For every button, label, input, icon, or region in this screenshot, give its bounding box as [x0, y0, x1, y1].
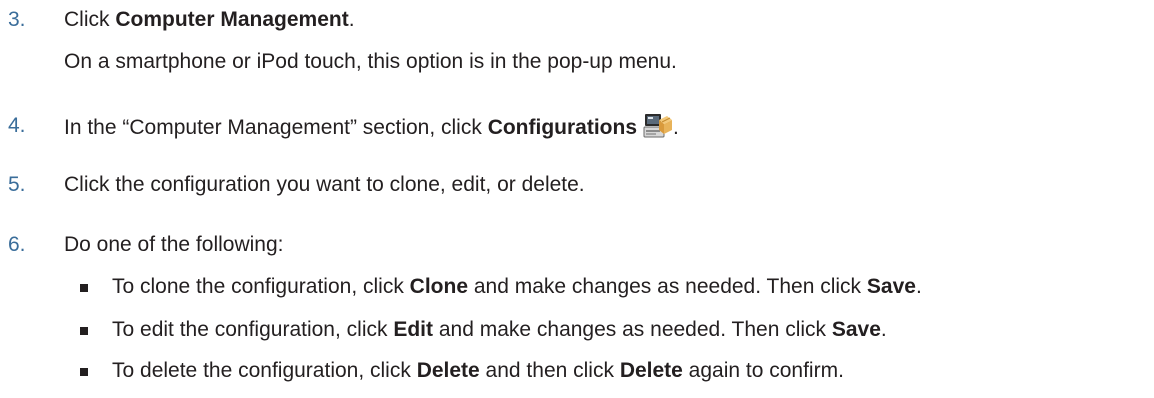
step-number: 4. — [8, 114, 26, 137]
configurations-icon — [643, 112, 673, 140]
step-3: 3. Click Computer Management. — [0, 6, 1154, 34]
step-text: Click the configuration you want to clon… — [64, 173, 585, 196]
list-item-text: To clone the configuration, click Clone … — [112, 275, 922, 298]
list-item: To clone the configuration, click Clone … — [0, 273, 1154, 301]
bullet-icon — [80, 327, 88, 335]
step-note: On a smartphone or iPod touch, this opti… — [64, 50, 677, 73]
ui-term: Configurations — [487, 116, 638, 139]
list-item: To delete the configuration, click Delet… — [0, 357, 1154, 385]
step-number: 6. — [8, 233, 26, 256]
step-text: In the “Computer Management” section, cl… — [64, 112, 679, 142]
list-item-text: To edit the configuration, click Edit an… — [112, 318, 887, 341]
step-number: 3. — [8, 8, 26, 31]
bullet-icon — [80, 284, 88, 292]
ui-term: Computer Management — [115, 8, 349, 31]
step-text: Click Computer Management. — [64, 8, 355, 31]
list-item-text: To delete the configuration, click Delet… — [112, 359, 844, 382]
step-4: 4. In the “Computer Management” section,… — [0, 112, 1154, 140]
step-5: 5. Click the configuration you want to c… — [0, 171, 1154, 199]
step-number: 5. — [8, 173, 26, 196]
list-item: To edit the configuration, click Edit an… — [0, 316, 1154, 344]
bullet-icon — [80, 368, 88, 376]
step-6: 6. Do one of the following: — [0, 231, 1154, 259]
step-text: Do one of the following: — [64, 233, 284, 256]
